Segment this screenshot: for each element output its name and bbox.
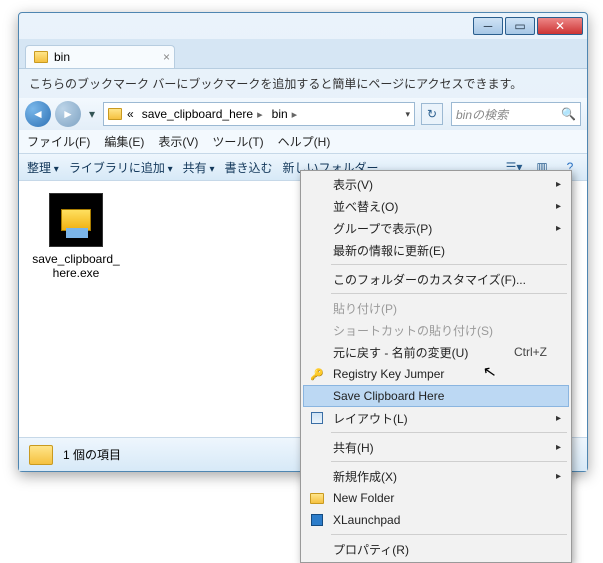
ctx-registry-key-jumper[interactable]: 🔑Registry Key Jumper bbox=[303, 363, 569, 385]
menu-file[interactable]: ファイル(F) bbox=[27, 133, 90, 150]
menu-edit[interactable]: 編集(E) bbox=[104, 133, 144, 150]
folder-icon bbox=[34, 51, 48, 63]
ctx-sort[interactable]: 並べ替え(O)▸ bbox=[303, 195, 569, 217]
chevron-right-icon: ▸ bbox=[291, 108, 299, 121]
separator bbox=[331, 534, 567, 535]
navigation-bar: ◄ ► ▾ « save_clipboard_here ▸ bin ▸ ▾ ↻ … bbox=[19, 98, 587, 130]
folder-icon bbox=[29, 445, 53, 465]
ctx-group[interactable]: グループで表示(P)▸ bbox=[303, 217, 569, 239]
add-library-button[interactable]: ライブラリに追加 bbox=[69, 159, 173, 176]
menu-bar: ファイル(F) 編集(E) 表示(V) ツール(T) ヘルプ(H) bbox=[19, 130, 587, 153]
ctx-view[interactable]: 表示(V)▸ bbox=[303, 173, 569, 195]
menu-view[interactable]: 表示(V) bbox=[158, 133, 198, 150]
crumb-current[interactable]: bin ▸ bbox=[269, 107, 302, 121]
nav-history-dropdown[interactable]: ▾ bbox=[85, 107, 99, 121]
close-tab-icon[interactable]: × bbox=[163, 50, 170, 64]
ctx-paste-shortcut: ショートカットの貼り付け(S) bbox=[303, 319, 569, 341]
context-menu: 表示(V)▸ 並べ替え(O)▸ グループで表示(P)▸ 最新の情報に更新(E) … bbox=[300, 170, 572, 563]
refresh-button[interactable]: ↻ bbox=[421, 103, 443, 125]
folder-icon bbox=[108, 108, 122, 120]
ctx-xlaunchpad[interactable]: XLaunchpad bbox=[303, 509, 569, 531]
ctx-properties[interactable]: プロパティ(R) bbox=[303, 538, 569, 560]
separator bbox=[331, 264, 567, 265]
share-button[interactable]: 共有 bbox=[183, 159, 215, 176]
minimize-button[interactable]: ─ bbox=[473, 17, 503, 35]
crumb-parent[interactable]: save_clipboard_here ▸ bbox=[139, 107, 267, 121]
search-input[interactable]: binの検索 🔍 bbox=[451, 102, 581, 126]
ctx-undo[interactable]: 元に戻す - 名前の変更(U)Ctrl+Z bbox=[303, 341, 569, 363]
titlebar: ─ ▭ ✕ bbox=[19, 13, 587, 39]
tab-bin[interactable]: bin × bbox=[25, 45, 175, 68]
exe-icon bbox=[49, 193, 103, 247]
menu-tool[interactable]: ツール(T) bbox=[212, 133, 263, 150]
ctx-refresh[interactable]: 最新の情報に更新(E) bbox=[303, 239, 569, 261]
search-icon: 🔍 bbox=[561, 107, 576, 121]
breadcrumb-dropdown[interactable]: ▾ bbox=[403, 109, 410, 120]
bookmark-infobar: こちらのブックマーク バーにブックマークを追加すると簡単にページにアクセスできま… bbox=[19, 69, 587, 98]
ctx-layout[interactable]: レイアウト(L)▸ bbox=[303, 407, 569, 429]
ctx-save-clipboard-here[interactable]: Save Clipboard Here bbox=[303, 385, 569, 407]
ctx-new[interactable]: 新規作成(X)▸ bbox=[303, 465, 569, 487]
xlaunchpad-icon bbox=[311, 514, 323, 526]
maximize-button[interactable]: ▭ bbox=[505, 17, 535, 35]
tab-strip: bin × bbox=[19, 39, 587, 69]
ctx-new-folder[interactable]: New Folder bbox=[303, 487, 569, 509]
status-text: 1 個の項目 bbox=[63, 446, 121, 463]
file-item[interactable]: save_clipboard_here.exe bbox=[31, 193, 121, 281]
chevron-right-icon: ▸ bbox=[256, 108, 264, 121]
separator bbox=[331, 293, 567, 294]
layout-icon bbox=[311, 412, 323, 424]
back-button[interactable]: ◄ bbox=[25, 101, 51, 127]
crumb-up[interactable]: « bbox=[124, 107, 137, 121]
search-placeholder: binの検索 bbox=[456, 106, 508, 123]
separator bbox=[331, 432, 567, 433]
ctx-share[interactable]: 共有(H)▸ bbox=[303, 436, 569, 458]
menu-help[interactable]: ヘルプ(H) bbox=[278, 133, 331, 150]
forward-button[interactable]: ► bbox=[55, 101, 81, 127]
burn-button[interactable]: 書き込む bbox=[224, 159, 272, 176]
tab-label: bin bbox=[54, 50, 70, 64]
folder-icon bbox=[310, 493, 324, 504]
ctx-customize[interactable]: このフォルダーのカスタマイズ(F)... bbox=[303, 268, 569, 290]
key-icon: 🔑 bbox=[310, 368, 324, 381]
file-name: save_clipboard_here.exe bbox=[31, 252, 121, 281]
organize-button[interactable]: 整理 bbox=[27, 159, 59, 176]
separator bbox=[331, 461, 567, 462]
ctx-paste: 貼り付け(P) bbox=[303, 297, 569, 319]
close-button[interactable]: ✕ bbox=[537, 17, 583, 35]
breadcrumb[interactable]: « save_clipboard_here ▸ bin ▸ ▾ bbox=[103, 102, 415, 126]
